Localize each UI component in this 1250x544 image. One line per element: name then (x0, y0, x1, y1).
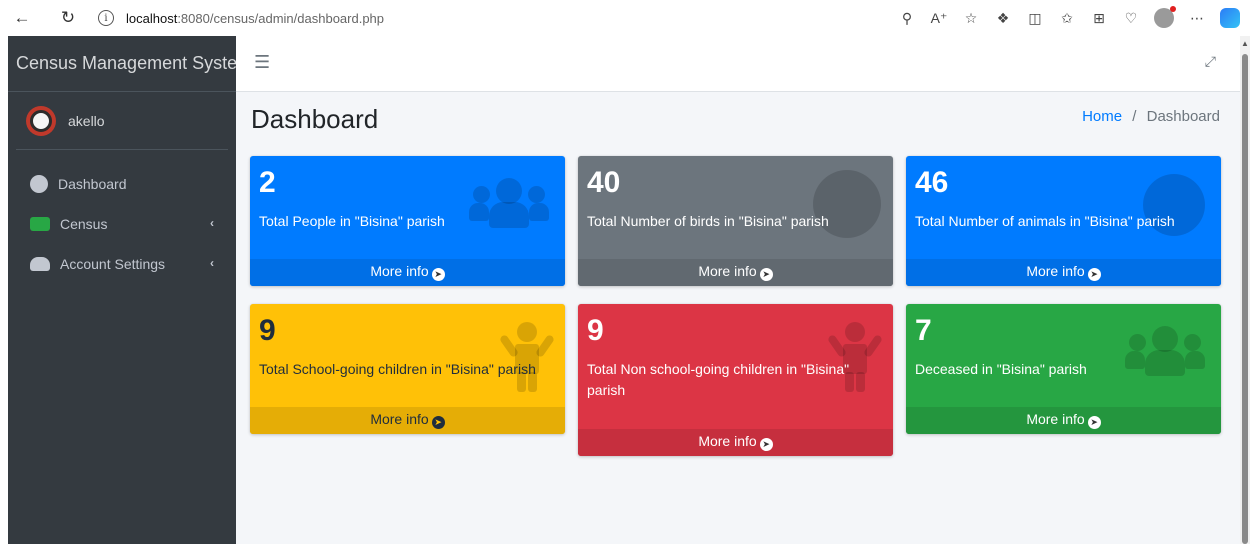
sidebar-item-census[interactable]: Census ‹ (8, 204, 236, 244)
breadcrumb-current: Dashboard (1146, 108, 1220, 125)
favorite-star-icon[interactable]: ☆ (962, 10, 980, 27)
top-navbar: ☰ ⤢ (236, 36, 1240, 92)
profile-icon[interactable] (1154, 6, 1176, 28)
stat-label: Total People in "Bisina" parish (259, 213, 445, 229)
sidebar-item-dashboard[interactable]: Dashboard (8, 164, 236, 204)
sidebar-item-label: Account Settings (60, 256, 166, 272)
back-arrow-icon[interactable]: ← (8, 4, 36, 32)
user-cog-icon (30, 257, 50, 271)
hamburger-menu-icon[interactable]: ☰ (254, 52, 270, 73)
copilot-icon[interactable] (1220, 8, 1240, 28)
avatar (26, 105, 56, 136)
breadcrumb: Home / Dashboard (1082, 108, 1220, 125)
arrow-circle-right-icon: ➤ (431, 268, 445, 281)
arrow-circle-right-icon: ➤ (759, 268, 773, 281)
stat-box-non-school-children: 9 Total Non school-going children in "Bi… (578, 304, 893, 456)
browser-toolbar: ← ↻ i localhost:8080/census/admin/dashbo… (0, 0, 1250, 36)
scrollbar-thumb[interactable] (1242, 54, 1248, 544)
more-info-link[interactable]: More info ➤ (906, 259, 1221, 286)
user-name[interactable]: akello (68, 113, 105, 129)
more-info-link[interactable]: More info ➤ (578, 259, 893, 286)
child-icon (498, 322, 556, 392)
favorites-icon[interactable]: ✩ (1058, 10, 1076, 27)
more-icon[interactable]: ⋯ (1188, 10, 1206, 27)
stat-label: Deceased in "Bisina" parish (915, 361, 1087, 377)
refresh-icon[interactable]: ↻ (54, 4, 82, 32)
arrow-circle-right-icon: ➤ (1087, 268, 1101, 281)
page-scrollbar[interactable]: ▲ (1240, 36, 1250, 544)
stat-box-deceased: 7 Deceased in "Bisina" parish More info ➤ (906, 304, 1221, 434)
more-info-link[interactable]: More info ➤ (906, 407, 1221, 434)
stat-label: Total School-going children in "Bisina" … (259, 361, 536, 377)
sidebar: Census Management System akello Dashboar… (8, 36, 236, 544)
sidebar-item-label: Census (60, 216, 108, 232)
stat-box-birds: 40 Total Number of birds in "Bisina" par… (578, 156, 893, 286)
stat-box-school-children: 9 Total School-going children in "Bisina… (250, 304, 565, 434)
brand-link[interactable]: Census Management System (8, 36, 236, 92)
split-screen-icon[interactable]: ◫ (1026, 10, 1044, 27)
url-path: :8080/census/admin/dashboard.php (177, 10, 385, 26)
browser-tool-icons: ⚲ A⁺ ☆ ❖ ◫ ✩ ⊞ ♡ ⋯ (898, 4, 1240, 32)
chevron-left-icon: ‹ (210, 256, 214, 270)
collections-icon[interactable]: ⊞ (1090, 10, 1108, 27)
stat-box-total-people: 2 Total People in "Bisina" parish More i… (250, 156, 565, 286)
address-bar[interactable]: i localhost:8080/census/admin/dashboard.… (98, 5, 778, 31)
key-icon[interactable]: ⚲ (898, 10, 916, 27)
chevron-left-icon: ‹ (210, 216, 214, 230)
scroll-up-arrow-icon[interactable]: ▲ (1241, 39, 1249, 48)
arrow-circle-right-icon: ➤ (759, 438, 773, 451)
sidebar-item-account-settings[interactable]: Account Settings ‹ (8, 244, 236, 284)
more-info-link[interactable]: More info ➤ (250, 407, 565, 434)
breadcrumb-separator: / (1132, 108, 1137, 125)
more-info-link[interactable]: More info ➤ (578, 429, 893, 456)
sidebar-item-label: Dashboard (58, 176, 127, 192)
page-title: Dashboard (251, 104, 379, 134)
arrow-circle-right-icon: ➤ (1087, 416, 1101, 429)
stat-label: Total Number of birds in "Bisina" parish (587, 213, 829, 229)
breadcrumb-home-link[interactable]: Home (1082, 108, 1122, 125)
site-info-icon[interactable]: i (98, 10, 114, 26)
fullscreen-icon[interactable]: ⤢ (1205, 53, 1216, 70)
more-info-link[interactable]: More info ➤ (250, 259, 565, 286)
sidebar-nav: Dashboard Census ‹ Account Settings ‹ (8, 150, 236, 284)
stat-label: Total Number of animals in "Bisina" pari… (915, 213, 1175, 229)
content-wrapper: Dashboard Home / Dashboard 2 Total Peopl… (236, 92, 1240, 544)
user-panel: akello (16, 92, 228, 150)
url-host: localhost (126, 10, 178, 26)
dashboard-icon (30, 175, 48, 193)
health-icon[interactable]: ♡ (1122, 10, 1140, 27)
read-aloud-icon[interactable]: A⁺ (930, 10, 948, 27)
arrow-circle-right-icon: ➤ (431, 416, 445, 429)
window-edge (0, 36, 8, 544)
users-icon (30, 217, 50, 231)
stat-label: Total Non school-going children in "Bisi… (587, 361, 850, 398)
stat-box-animals: 46 Total Number of animals in "Bisina" p… (906, 156, 1221, 286)
extensions-icon[interactable]: ❖ (994, 10, 1012, 27)
